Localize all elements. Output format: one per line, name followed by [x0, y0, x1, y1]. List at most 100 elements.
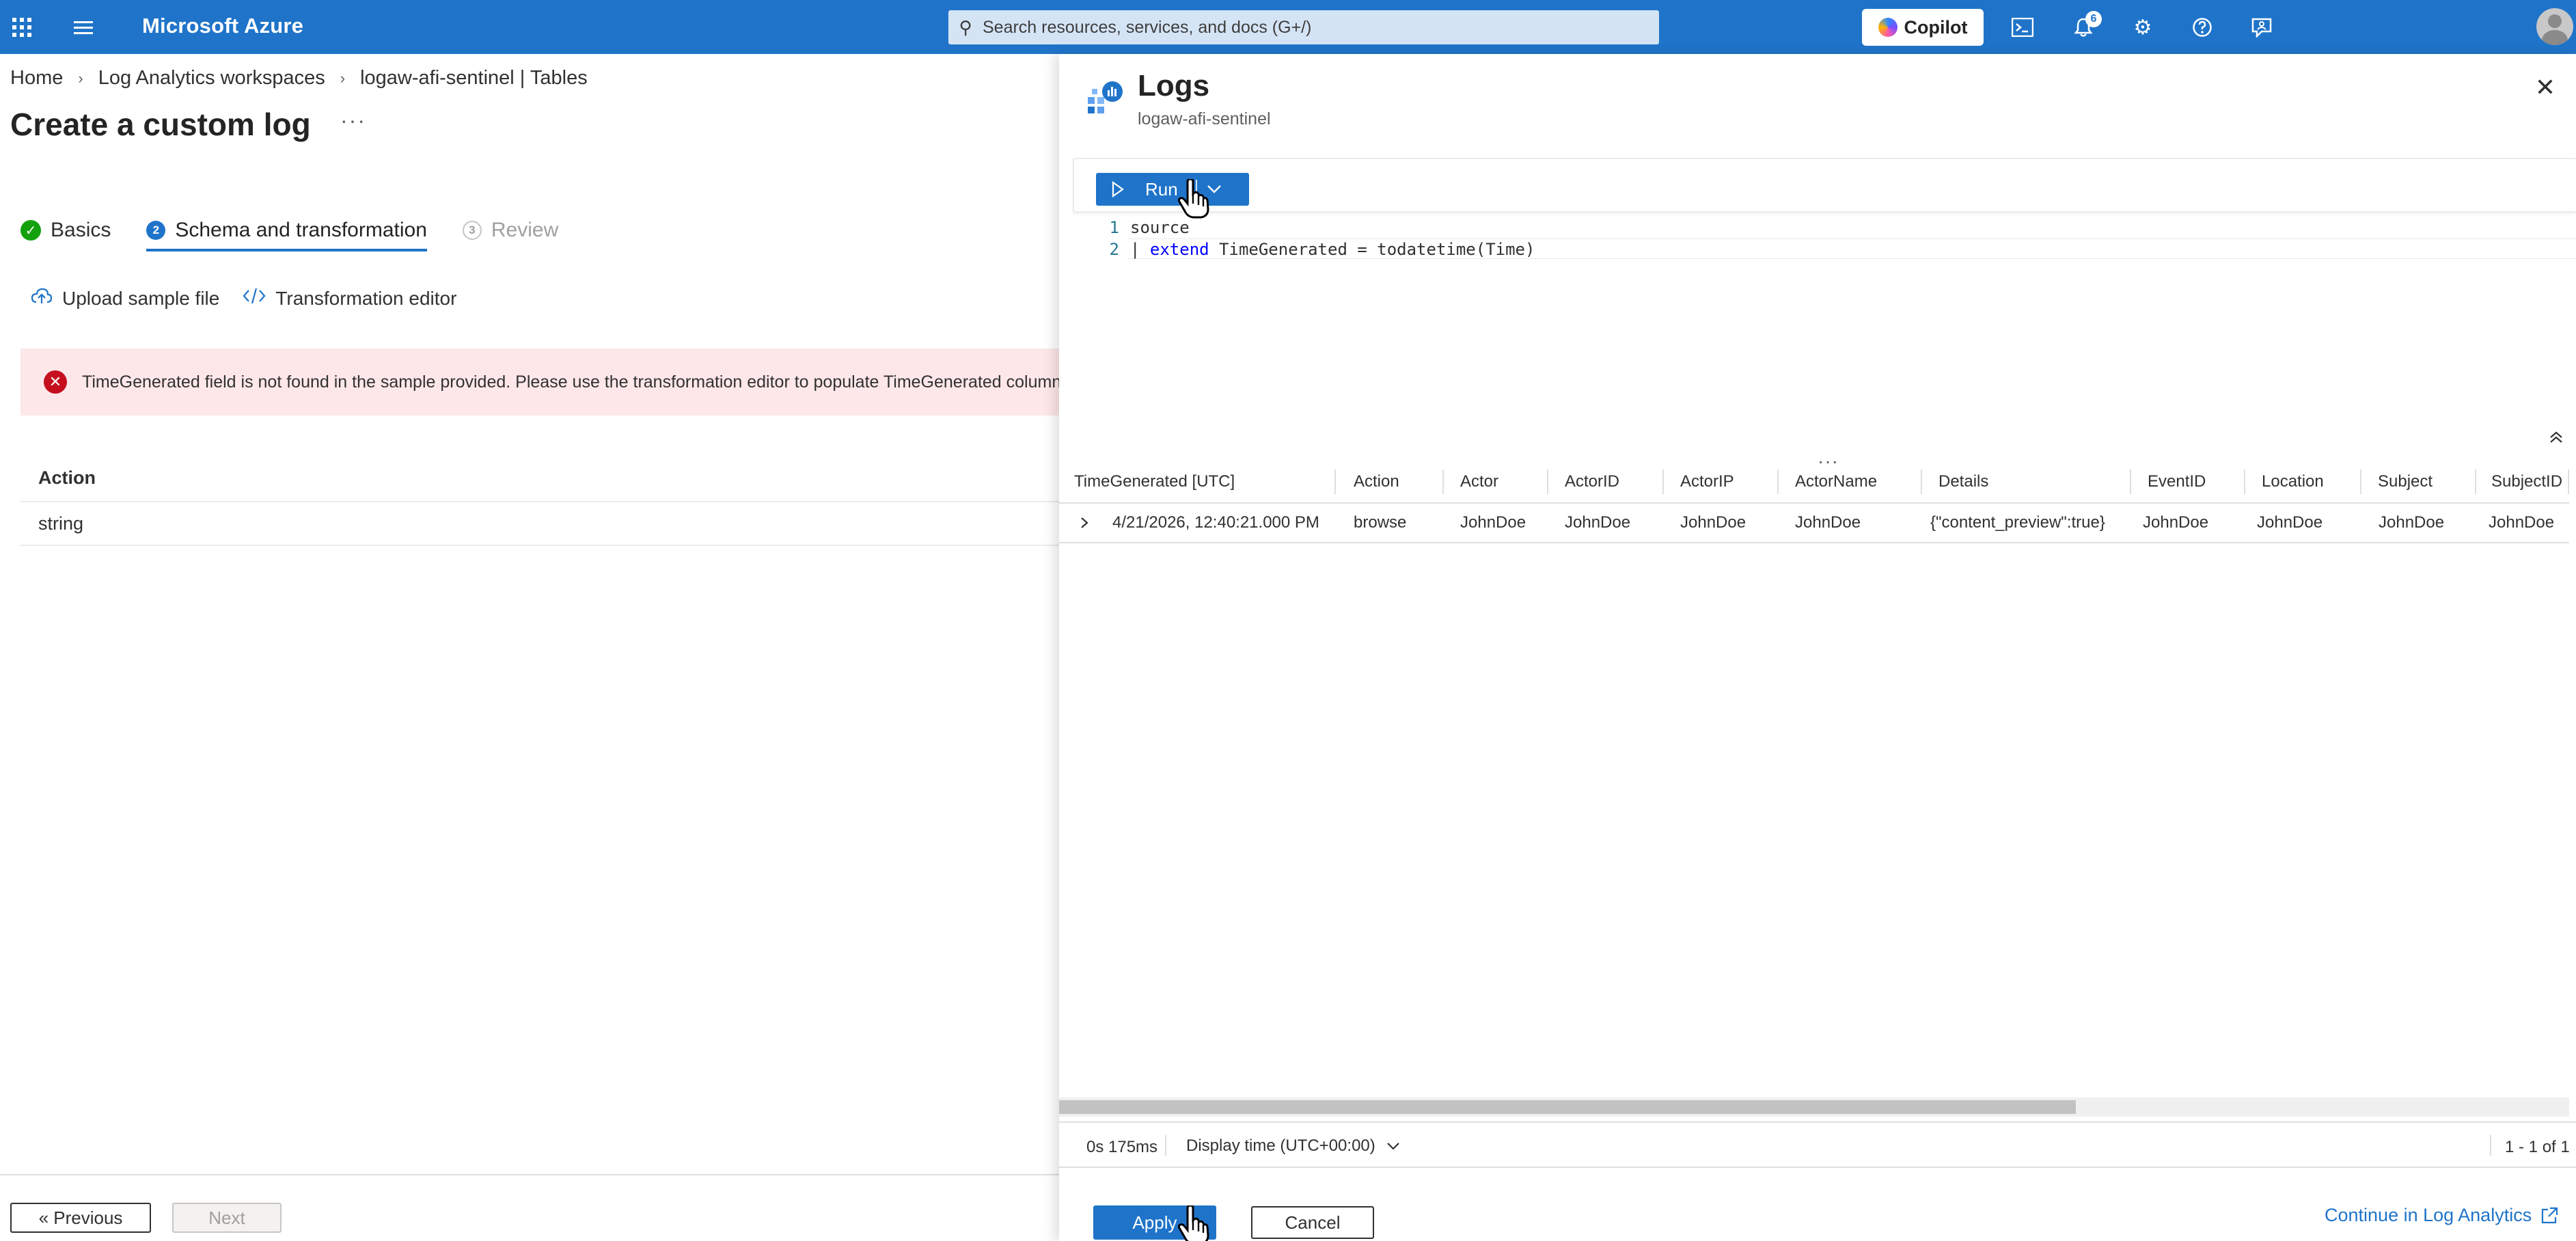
previous-button[interactable]: « Previous: [10, 1203, 151, 1233]
line-number: 1: [1109, 218, 1119, 237]
copilot-label: Copilot: [1904, 16, 1968, 38]
transformation-editor-button[interactable]: Transformation editor: [243, 287, 456, 310]
footer-divider: [0, 1174, 1059, 1175]
tab-basics[interactable]: ✓ Basics: [20, 219, 111, 251]
copilot-button[interactable]: Copilot: [1862, 9, 1984, 46]
code-line: source: [1130, 218, 1190, 237]
column-header-actorid[interactable]: ActorID: [1548, 469, 1664, 494]
brand-title[interactable]: Microsoft Azure: [142, 14, 303, 38]
settings-icon[interactable]: ⚙: [2127, 12, 2159, 42]
global-search[interactable]: ⚲: [948, 10, 1659, 44]
search-input[interactable]: [983, 17, 1659, 38]
help-icon[interactable]: [2187, 12, 2218, 42]
cell-subjectid: JohnDoe: [2489, 513, 2555, 532]
error-message: TimeGenerated field is not found in the …: [82, 372, 1059, 392]
continue-in-log-analytics-link[interactable]: Continue in Log Analytics: [2325, 1205, 2559, 1226]
results-grid: TimeGenerated [UTC] Action Actor ActorID…: [1059, 461, 2569, 543]
tab-schema-label: Schema and transformation: [175, 219, 427, 241]
chevron-down-icon: [1386, 1143, 1399, 1150]
hand-cursor-icon: [1177, 1204, 1214, 1241]
query-toolbar: Run: [1073, 158, 2576, 213]
table-row[interactable]: 4/21/2026, 12:40:21.000 PM browse JohnDo…: [1059, 504, 2569, 543]
column-header-subject[interactable]: Subject: [2361, 469, 2476, 494]
step-number: 3: [462, 221, 482, 240]
code-pipe: |: [1130, 240, 1150, 259]
cell-actor: JohnDoe: [1460, 513, 1526, 532]
column-header-location[interactable]: Location: [2245, 469, 2361, 494]
cell-subject: JohnDoe: [2379, 513, 2445, 532]
tab-review[interactable]: 3 Review: [462, 219, 559, 251]
column-header-timegenerated[interactable]: TimeGenerated [UTC]: [1059, 469, 1336, 494]
logs-panel: Logs logaw-afi-sentinel ✕ Run 1 source 2…: [1059, 54, 2576, 1241]
run-label: Run: [1145, 178, 1178, 200]
top-bar: Microsoft Azure ⚲ Copilot 6 ⚙: [0, 0, 2576, 54]
status-divider: [2490, 1135, 2491, 1156]
wizard-tabs: ✓ Basics 2 Schema and transformation 3 R…: [20, 219, 594, 251]
notifications-badge: 6: [2085, 11, 2102, 27]
cloud-upload-icon: [31, 287, 53, 310]
breadcrumb-tables[interactable]: logaw-afi-sentinel | Tables: [360, 67, 588, 90]
tab-review-label: Review: [491, 219, 559, 241]
expand-row-icon[interactable]: [1080, 504, 1100, 542]
cell-eventid: JohnDoe: [2143, 513, 2209, 532]
status-divider: [1165, 1135, 1166, 1156]
breadcrumb-log-analytics-workspaces[interactable]: Log Analytics workspaces: [98, 67, 325, 90]
column-header-actorip[interactable]: ActorIP: [1664, 469, 1779, 494]
logs-workspace-name: logaw-afi-sentinel: [1138, 109, 1271, 128]
column-header-details[interactable]: Details: [1922, 469, 2131, 494]
upload-sample-file-button[interactable]: Upload sample file: [31, 287, 219, 310]
menu-icon[interactable]: [68, 12, 98, 42]
close-icon[interactable]: ✕: [2528, 70, 2562, 105]
horizontal-scrollbar[interactable]: [1059, 1097, 2569, 1117]
cell-timegenerated: 4/21/2026, 12:40:21.000 PM: [1112, 513, 1319, 532]
external-link-icon: [2542, 1207, 2558, 1223]
chevron-right-icon: ›: [78, 69, 83, 87]
code-icon: [243, 287, 266, 310]
display-time-label: Display time (UTC+00:00): [1186, 1136, 1375, 1155]
collapse-icon[interactable]: [2549, 428, 2564, 450]
play-icon: [1112, 181, 1124, 197]
column-header-eventid[interactable]: EventID: [2131, 469, 2245, 494]
column-header-action[interactable]: Action: [1336, 469, 1444, 494]
logs-title: Logs: [1138, 69, 1210, 103]
cell-actorip: JohnDoe: [1680, 513, 1746, 532]
transformation-editor-label: Transformation editor: [275, 287, 457, 309]
column-header-actorname[interactable]: ActorName: [1779, 469, 1922, 494]
chevron-right-icon: ›: [340, 69, 346, 87]
run-button[interactable]: Run: [1096, 173, 1249, 206]
app-launcher-icon[interactable]: [7, 12, 37, 42]
query-duration: 0s 175ms: [1086, 1138, 1158, 1156]
upload-sample-file-label: Upload sample file: [62, 287, 220, 309]
cloud-shell-icon[interactable]: [2007, 12, 2038, 42]
cancel-button[interactable]: Cancel: [1251, 1206, 1374, 1239]
result-count: 1 - 1 of 1: [2505, 1138, 2570, 1156]
breadcrumb-home[interactable]: Home: [10, 67, 63, 90]
query-editor[interactable]: 1 source 2 | extend TimeGenerated = toda…: [1059, 217, 2576, 374]
code-rest: TimeGenerated = todatetime(Time): [1209, 240, 1535, 259]
more-options-icon[interactable]: ···: [340, 108, 366, 133]
table-row[interactable]: string: [20, 502, 1059, 546]
column-header-actor[interactable]: Actor: [1444, 469, 1548, 494]
avatar[interactable]: [2536, 8, 2573, 45]
results-header: TimeGenerated [UTC] Action Actor ActorID…: [1059, 461, 2569, 504]
breadcrumb: Home › Log Analytics workspaces › logaw-…: [10, 67, 588, 90]
code-line: | extend TimeGenerated = todatetime(Time…: [1130, 240, 1535, 259]
tab-schema-and-transformation[interactable]: 2 Schema and transformation: [146, 219, 427, 251]
results-status-bar: 0s 175ms Display time (UTC+00:00) 1 - 1 …: [1059, 1121, 2576, 1168]
next-button[interactable]: Next: [172, 1203, 282, 1233]
feedback-icon[interactable]: [2246, 12, 2277, 42]
schema-table: Action string: [20, 454, 1059, 546]
notifications-icon[interactable]: 6: [2068, 11, 2102, 42]
cell-details: {"content_preview":true}: [1930, 513, 2105, 532]
scrollbar-thumb[interactable]: [1059, 1100, 2076, 1114]
step-number: 2: [146, 221, 166, 240]
code-keyword: extend: [1149, 240, 1209, 259]
column-header-subjectid[interactable]: SubjectID: [2476, 469, 2569, 494]
page-title: Create a custom log: [10, 107, 311, 142]
cell-actorname: JohnDoe: [1795, 513, 1861, 532]
copilot-icon: [1878, 18, 1897, 37]
schema-actions: Upload sample file Transformation editor: [31, 287, 456, 310]
display-time-dropdown[interactable]: Display time (UTC+00:00): [1186, 1136, 1400, 1156]
cell-actorid: JohnDoe: [1565, 513, 1631, 532]
error-icon: ✕: [44, 370, 67, 394]
